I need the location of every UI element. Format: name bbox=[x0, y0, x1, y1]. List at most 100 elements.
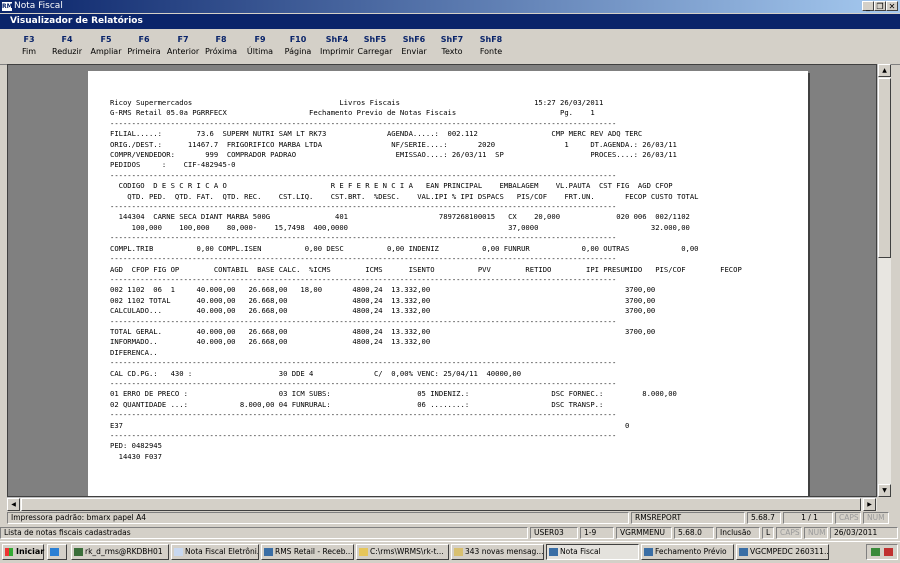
security-icon[interactable] bbox=[884, 548, 893, 556]
rms-icon bbox=[549, 548, 558, 556]
caps-indicator: CAPS bbox=[835, 512, 861, 524]
app-status-bar: Lista de notas fiscais cadastradas USER0… bbox=[0, 527, 900, 540]
scroll-left-icon[interactable]: ◀ bbox=[7, 498, 20, 511]
function-key: F7 bbox=[177, 35, 189, 44]
page-count: 1 / 1 bbox=[783, 512, 833, 524]
toolbar-button-fonte[interactable]: ShF8 Fonte bbox=[471, 34, 511, 58]
folder-icon bbox=[359, 548, 368, 556]
toolbar-button-reduzir[interactable]: F4 Reduzir bbox=[47, 34, 87, 58]
viewer-title-bar: Visualizador de Relatórios bbox=[0, 14, 900, 29]
taskbar-item-active[interactable]: Nota Fiscal bbox=[546, 544, 639, 560]
minimize-button[interactable]: _ bbox=[862, 1, 874, 11]
status-version: 5.68.0 bbox=[674, 527, 714, 539]
toolbar-button-ultima[interactable]: F9 Última bbox=[240, 34, 280, 58]
function-key: F9 bbox=[254, 35, 266, 44]
status-date: 26/03/2011 bbox=[830, 527, 898, 539]
function-key-label: Última bbox=[246, 47, 274, 56]
function-key: F4 bbox=[61, 35, 73, 44]
toolbar-button-texto[interactable]: ShF7 Texto bbox=[432, 34, 472, 58]
function-key: F8 bbox=[215, 35, 227, 44]
function-key-label: Próxima bbox=[204, 47, 238, 56]
taskbar-item-label: Nota Fiscal Eletrôni... bbox=[185, 547, 259, 556]
vertical-scrollbar[interactable]: ▲ ▼ bbox=[877, 64, 891, 497]
system-tray bbox=[866, 544, 898, 560]
toolbar-button-anterior[interactable]: F7 Anterior bbox=[163, 34, 203, 58]
status-mode: Inclusão bbox=[716, 527, 760, 539]
scroll-right-icon[interactable]: ▶ bbox=[863, 498, 876, 511]
function-key-label: Página bbox=[284, 47, 312, 56]
windows-flag-icon bbox=[5, 548, 13, 556]
status-message: Lista de notas fiscais cadastradas bbox=[0, 527, 528, 539]
horizontal-scrollbar[interactable]: ◀ ▶ bbox=[7, 497, 877, 511]
horizontal-scroll-thumb[interactable] bbox=[21, 498, 861, 511]
rms-icon bbox=[264, 548, 273, 556]
function-key: F5 bbox=[100, 35, 112, 44]
function-key: F10 bbox=[289, 35, 307, 44]
rms-icon bbox=[644, 548, 653, 556]
app-icon: RMS bbox=[2, 2, 17, 11]
num-indicator: NUM bbox=[863, 512, 889, 524]
status-l: L bbox=[762, 527, 774, 539]
rms-icon bbox=[739, 548, 748, 556]
scroll-thumb[interactable] bbox=[878, 78, 891, 258]
start-label: Iniciar bbox=[16, 547, 45, 556]
status-num: NUM bbox=[804, 527, 828, 539]
toolbar-button-ampliar[interactable]: F5 Ampliar bbox=[86, 34, 126, 58]
report-viewer: Ricoy Supermercados Livros Fiscais 15:27… bbox=[7, 64, 877, 497]
function-key-label: Ampliar bbox=[90, 47, 122, 56]
function-key-label: Imprimir bbox=[319, 47, 355, 56]
status-code: 1-9 bbox=[580, 527, 614, 539]
viewer-status-bar: Impressora padrão: bmarx papel A4 RMSREP… bbox=[7, 511, 890, 525]
printer-status: Impressora padrão: bmarx papel A4 bbox=[7, 512, 629, 524]
function-key: ShF4 bbox=[325, 35, 349, 44]
function-key: ShF8 bbox=[479, 35, 503, 44]
viewer-title: Visualizador de Relatórios bbox=[10, 16, 143, 26]
scroll-up-icon[interactable]: ▲ bbox=[878, 64, 891, 77]
toolbar-button-proxima[interactable]: F8 Próxima bbox=[201, 34, 241, 58]
report-text: Ricoy Supermercados Livros Fiscais 15:27… bbox=[110, 98, 742, 461]
toolbar-button-fim[interactable]: F3 Fim bbox=[9, 34, 49, 58]
mail-icon bbox=[454, 548, 463, 556]
toolbar-button-enviar[interactable]: ShF6 Enviar bbox=[394, 34, 434, 58]
taskbar-item-label: RMS Retail - Receb... bbox=[275, 547, 353, 556]
taskbar-item[interactable]: 343 novas mensag... bbox=[451, 544, 544, 560]
status-menu: VGRMMENU bbox=[616, 527, 672, 539]
taskbar-item[interactable]: Nota Fiscal Eletrôni... bbox=[171, 544, 259, 560]
module-status: RMSREPORT bbox=[631, 512, 745, 524]
scroll-down-icon[interactable]: ▼ bbox=[878, 484, 891, 497]
function-key: ShF7 bbox=[440, 35, 464, 44]
function-key-toolbar: F3 Fim F4 Reduzir F5 Ampliar F6 Primeira F7 A… bbox=[0, 30, 900, 65]
report-page: Ricoy Supermercados Livros Fiscais 15:27… bbox=[88, 71, 808, 496]
toolbar-button-imprimir[interactable]: ShF4 Imprimir bbox=[317, 34, 357, 58]
browser-icon bbox=[174, 548, 183, 556]
taskbar-item-label: C:\rms\WRMS\rk-t... bbox=[370, 547, 444, 556]
version-status: 5.68.7 bbox=[747, 512, 781, 524]
function-key: ShF6 bbox=[402, 35, 426, 44]
toolbar-button-pagina[interactable]: F10 Página bbox=[278, 34, 318, 58]
taskbar: Iniciar rk_d_rms@RKDBH01 Nota Fiscal Ele… bbox=[0, 541, 900, 563]
window-title: Nota Fiscal bbox=[14, 1, 63, 11]
function-key: ShF5 bbox=[363, 35, 387, 44]
window-title-bar[interactable]: RMS Nota Fiscal _ ❐ ✕ bbox=[0, 0, 900, 13]
terminal-icon bbox=[74, 548, 83, 556]
function-key-label: Fonte bbox=[479, 47, 503, 56]
close-button[interactable]: ✕ bbox=[886, 1, 898, 11]
taskbar-item-label: VGCMPEDC 260311... bbox=[750, 547, 829, 556]
taskbar-item-label: Nota Fiscal bbox=[560, 547, 601, 556]
taskbar-item[interactable]: rk_d_rms@RKDBH01 bbox=[71, 544, 169, 560]
restore-button[interactable]: ❐ bbox=[874, 1, 886, 11]
ie-icon bbox=[50, 548, 59, 556]
taskbar-item[interactable]: C:\rms\WRMS\rk-t... bbox=[356, 544, 449, 560]
taskbar-item-label: rk_d_rms@RKDBH01 bbox=[85, 547, 163, 556]
network-icon[interactable] bbox=[871, 548, 880, 556]
function-key: F3 bbox=[23, 35, 35, 44]
taskbar-item-label: 343 novas mensag... bbox=[465, 547, 544, 556]
taskbar-item[interactable]: VGCMPEDC 260311... bbox=[736, 544, 829, 560]
taskbar-item[interactable]: RMS Retail - Receb... bbox=[261, 544, 354, 560]
toolbar-button-primeira[interactable]: F6 Primeira bbox=[124, 34, 164, 58]
start-button[interactable]: Iniciar bbox=[2, 544, 44, 560]
function-key-label: Fim bbox=[21, 47, 37, 56]
quicklaunch-ie-icon[interactable] bbox=[47, 544, 67, 560]
toolbar-button-carregar[interactable]: ShF5 Carregar bbox=[355, 34, 395, 58]
taskbar-item[interactable]: Fechamento Prévio bbox=[641, 544, 734, 560]
